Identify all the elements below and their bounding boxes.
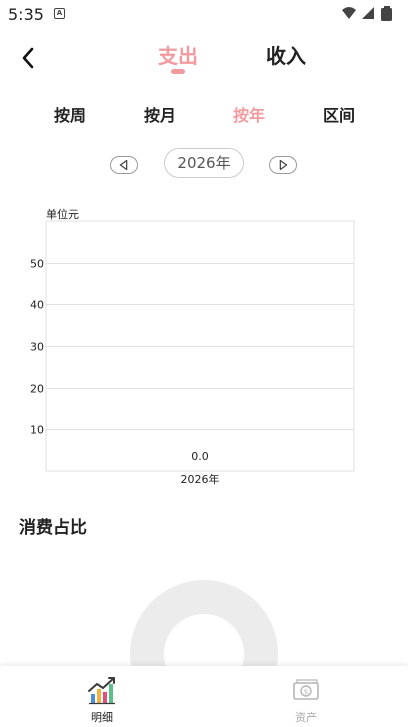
bottom-nav: 明细 $ 资产: [0, 666, 408, 727]
svg-text:$: $: [304, 688, 308, 696]
nav-detail-label: 明细: [91, 711, 113, 724]
nav-detail[interactable]: 明细: [72, 666, 132, 727]
nav-assets-label: 资产: [295, 711, 317, 724]
chart-icon: [88, 677, 115, 705]
expense-ratio-donut: [130, 580, 278, 727]
nav-assets[interactable]: $ 资产: [276, 666, 336, 727]
money-icon: $: [293, 679, 319, 700]
